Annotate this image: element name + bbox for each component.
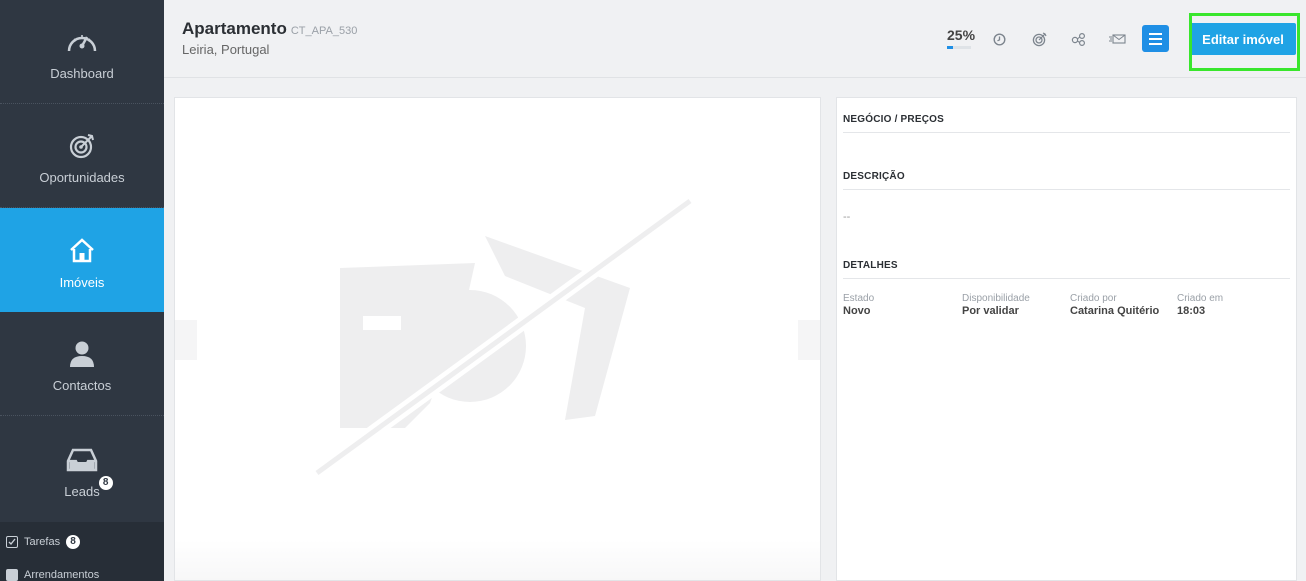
detail-criado-por: Criado por Catarina Quitério [1070,293,1159,317]
detail-estado: Estado Novo [843,293,874,317]
sidebar-item-label: Oportunidades [39,170,125,185]
description-heading: DESCRIÇÃO [843,171,1290,190]
property-code: CT_APA_530 [290,25,358,37]
home-icon [62,231,102,271]
detail-criado-em: Criado em 18:03 [1177,293,1223,317]
leads-count-badge: 8 [98,475,113,490]
detail-label: Criado em [1177,293,1224,304]
checkbox-icon [6,536,18,548]
detail-label: Criado por [1070,293,1117,304]
sidebar-item-label: Leads 8 [64,475,113,499]
property-location: Leiria, Portugal [182,42,270,57]
sidebar-item-imoveis[interactable]: Imóveis [0,208,164,312]
inbox-icon [62,440,102,480]
sidebar-secondary: Tarefas 8 Arrendamentos [0,522,164,581]
property-info-panel: NEGÓCIO / PREÇOS DESCRIÇÃO -- DETALHES E… [836,97,1297,581]
tasks-count-badge: 8 [66,535,81,549]
clock-icon[interactable] [990,30,1008,48]
person-icon [62,334,102,374]
description-text: -- [843,211,851,223]
detail-label: Estado [843,293,875,304]
sidebar-item-label: Tarefas [24,536,61,548]
sidebar-item-label: Imóveis [59,274,105,290]
send-email-icon[interactable] [1108,30,1126,48]
sidebar-item-dashboard[interactable]: Dashboard [0,0,164,104]
photo-gallery [174,97,821,581]
sidebar-item-label: Dashboard [50,66,114,81]
details-heading: DETALHES [843,260,1290,279]
menu-button[interactable] [1142,25,1169,52]
share-icon[interactable] [1070,30,1088,48]
completion-percent: 25% [947,27,976,43]
sidebar-item-label: Contactos [52,378,112,393]
completion-bar-fill [947,46,953,49]
sidebar: Dashboard Oportunidades Imóveis Contacto… [0,0,164,581]
gallery-footer [175,540,820,580]
sidebar-item-oportunidades[interactable]: Oportunidades [0,104,164,208]
edit-property-button[interactable]: Editar imóvel [1190,23,1296,55]
key-icon [6,569,18,581]
detail-value: Por validar [962,305,1019,317]
no-photo-icon [312,195,695,479]
gauge-icon [62,22,102,62]
page-header: Apartamento CT_APA_530 Leiria, Portugal 2… [164,0,1306,78]
detail-label: Disponibilidade [962,293,1030,304]
sidebar-item-arrendamentos[interactable]: Arrendamentos [6,569,99,581]
detail-value: Catarina Quitério [1070,305,1160,317]
sidebar-item-contactos[interactable]: Contactos [0,312,164,416]
target-icon [62,126,102,166]
detail-value: 18:03 [1177,305,1206,317]
sidebar-item-tarefas[interactable]: Tarefas 8 [6,535,81,549]
business-prices-heading: NEGÓCIO / PREÇOS [843,114,1290,133]
detail-value: Novo [843,305,871,317]
completion-bar [947,46,971,49]
page-title: Apartamento [182,19,287,38]
sidebar-item-label: Arrendamentos [24,569,100,581]
detail-disponibilidade: Disponibilidade Por validar [962,293,1030,317]
sidebar-item-leads[interactable]: Leads 8 [0,416,164,522]
completion-indicator[interactable]: 25% [947,27,975,49]
target-icon[interactable] [1031,30,1049,48]
property-heading: Apartamento CT_APA_530 Leiria, Portugal [182,19,357,57]
